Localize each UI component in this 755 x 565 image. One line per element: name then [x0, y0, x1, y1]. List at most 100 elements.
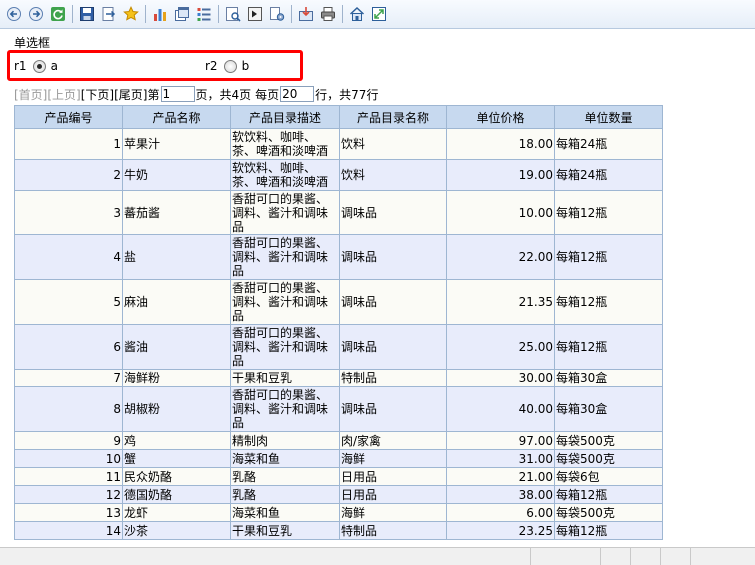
status-segment	[660, 548, 691, 565]
cell-desc: 干果和豆乳	[230, 369, 340, 387]
cell-desc: 香甜可口的果酱、调料、酱汁和调味品	[230, 324, 340, 370]
cell-price: 6.00	[446, 503, 555, 522]
product-table: 产品编号 产品名称 产品目录描述 产品目录名称 单位价格 单位数量 1 苹果汁 …	[14, 105, 663, 540]
cell-unit: 每箱24瓶	[554, 128, 663, 160]
table-row[interactable]: 2 牛奶 软饮料、咖啡、茶、啤酒和淡啤酒 饮料 19.00 每箱24瓶	[14, 159, 663, 191]
cell-unit: 每箱24瓶	[554, 159, 663, 191]
radio-button-a[interactable]	[32, 59, 46, 73]
cell-unit: 每箱30盒	[554, 386, 663, 432]
table-row[interactable]: 9 鸡 精制肉 肉/家禽 97.00 每袋500克	[14, 431, 663, 450]
print-icon[interactable]	[319, 5, 337, 23]
column-header[interactable]: 单位数量	[554, 105, 663, 129]
per-page-prefix: 每页	[255, 87, 280, 102]
column-header[interactable]: 单位价格	[446, 105, 555, 129]
cell-id: 3	[14, 190, 123, 235]
radio-label-r1: r1	[14, 59, 27, 73]
radio-option-b[interactable]: b	[242, 59, 250, 73]
cell-unit: 每袋500克	[554, 449, 663, 468]
cell-desc: 香甜可口的果酱、调料、酱汁和调味品	[230, 190, 340, 235]
cell-unit: 每箱12瓶	[554, 485, 663, 504]
cell-desc: 软饮料、咖啡、茶、啤酒和淡啤酒	[230, 128, 340, 160]
cell-name: 胡椒粉	[122, 386, 231, 432]
cell-unit: 每箱12瓶	[554, 234, 663, 280]
prev-page-link[interactable]: [上页]	[47, 86, 80, 103]
window-icon[interactable]	[173, 5, 191, 23]
table-row[interactable]: 13 龙虾 海菜和鱼 海鲜 6.00 每袋500克	[14, 503, 663, 522]
cell-category: 调味品	[339, 324, 447, 370]
back-icon[interactable]	[5, 5, 23, 23]
cell-desc: 海菜和鱼	[230, 449, 340, 468]
radio-label-r2: r2	[205, 59, 218, 73]
first-page-link[interactable]: [首页]	[14, 86, 47, 103]
table-row[interactable]: 3 蕃茄酱 香甜可口的果酱、调料、酱汁和调味品 调味品 10.00 每箱12瓶	[14, 190, 663, 235]
cell-price: 19.00	[446, 159, 555, 191]
toolbar-separator	[342, 5, 343, 23]
table-row[interactable]: 10 蟹 海菜和鱼 海鲜 31.00 每袋500克	[14, 449, 663, 468]
cell-name: 鸡	[122, 431, 231, 450]
status-bar	[0, 547, 755, 565]
cell-id: 2	[14, 159, 123, 191]
export-icon[interactable]	[100, 5, 118, 23]
table-header-row: 产品编号 产品名称 产品目录描述 产品目录名称 单位价格 单位数量	[14, 105, 663, 129]
cell-price: 10.00	[446, 190, 555, 235]
cell-name: 龙虾	[122, 503, 231, 522]
product-grid-wrapper: 产品编号 产品名称 产品目录描述 产品目录名称 单位价格 单位数量 1 苹果汁 …	[14, 105, 663, 540]
radio-option-a[interactable]: a	[51, 59, 58, 73]
home-icon[interactable]	[348, 5, 366, 23]
toolbar-separator	[218, 5, 219, 23]
table-row[interactable]: 4 盐 香甜可口的果酱、调料、酱汁和调味品 调味品 22.00 每箱12瓶	[14, 234, 663, 280]
status-segment	[600, 548, 631, 565]
print-preview-icon[interactable]	[224, 5, 242, 23]
table-row[interactable]: 6 酱油 香甜可口的果酱、调料、酱汁和调味品 调味品 25.00 每箱12瓶	[14, 324, 663, 370]
table-row[interactable]: 7 海鲜粉 干果和豆乳 特制品 30.00 每箱30盒	[14, 369, 663, 387]
cell-name: 蟹	[122, 449, 231, 468]
exit-icon[interactable]	[246, 5, 264, 23]
cell-id: 12	[14, 485, 123, 504]
column-header[interactable]: 产品名称	[122, 105, 231, 129]
chart-icon[interactable]	[151, 5, 169, 23]
radio-button-b[interactable]	[223, 59, 237, 73]
page-prefix: 第	[147, 87, 160, 102]
table-row[interactable]: 14 沙茶 干果和豆乳 特制品 23.25 每箱12瓶	[14, 521, 663, 540]
status-segment	[690, 548, 755, 565]
save-icon[interactable]	[78, 5, 96, 23]
table-row[interactable]: 8 胡椒粉 香甜可口的果酱、调料、酱汁和调味品 调味品 40.00 每箱30盒	[14, 386, 663, 432]
cell-category: 调味品	[339, 190, 447, 235]
cell-id: 4	[14, 234, 123, 280]
cell-desc: 香甜可口的果酱、调料、酱汁和调味品	[230, 279, 340, 325]
cell-category: 海鲜	[339, 449, 447, 468]
forward-icon[interactable]	[27, 5, 45, 23]
table-row[interactable]: 11 民众奶酪 乳酪 日用品 21.00 每袋6包	[14, 467, 663, 486]
cell-unit: 每袋500克	[554, 431, 663, 450]
column-header[interactable]: 产品目录描述	[230, 105, 340, 129]
cell-name: 酱油	[122, 324, 231, 370]
cell-unit: 每箱12瓶	[554, 190, 663, 235]
refresh-icon[interactable]	[49, 5, 67, 23]
table-row[interactable]: 12 德国奶酪 乳酪 日用品 38.00 每箱12瓶	[14, 485, 663, 504]
cell-price: 23.25	[446, 521, 555, 540]
column-header[interactable]: 产品目录名称	[339, 105, 447, 129]
column-header[interactable]: 产品编号	[14, 105, 123, 129]
favorite-icon[interactable]	[122, 5, 140, 23]
table-row[interactable]: 5 麻油 香甜可口的果酱、调料、酱汁和调味品 调味品 21.35 每箱12瓶	[14, 279, 663, 325]
cell-unit: 每箱30盒	[554, 369, 663, 387]
next-page-link[interactable]: [下页]	[81, 86, 114, 103]
cell-price: 31.00	[446, 449, 555, 468]
toolbar-separator	[72, 5, 73, 23]
page-number-input[interactable]	[160, 86, 195, 102]
cell-price: 30.00	[446, 369, 555, 387]
list-icon[interactable]	[195, 5, 213, 23]
table-row[interactable]: 1 苹果汁 软饮料、咖啡、茶、啤酒和淡啤酒 饮料 18.00 每箱24瓶	[14, 128, 663, 160]
rows-per-page-input[interactable]	[280, 86, 315, 102]
cell-desc: 乳酪	[230, 485, 340, 504]
per-page-suffix: 行，共77行	[315, 87, 379, 102]
import-icon[interactable]	[297, 5, 315, 23]
cell-name: 海鲜粉	[122, 369, 231, 387]
tools-icon[interactable]	[268, 5, 286, 23]
cell-category: 调味品	[339, 234, 447, 280]
resize-icon[interactable]	[370, 5, 388, 23]
cell-id: 8	[14, 386, 123, 432]
cell-id: 7	[14, 369, 123, 387]
cell-category: 调味品	[339, 386, 447, 432]
last-page-link[interactable]: [尾页]	[114, 86, 147, 103]
